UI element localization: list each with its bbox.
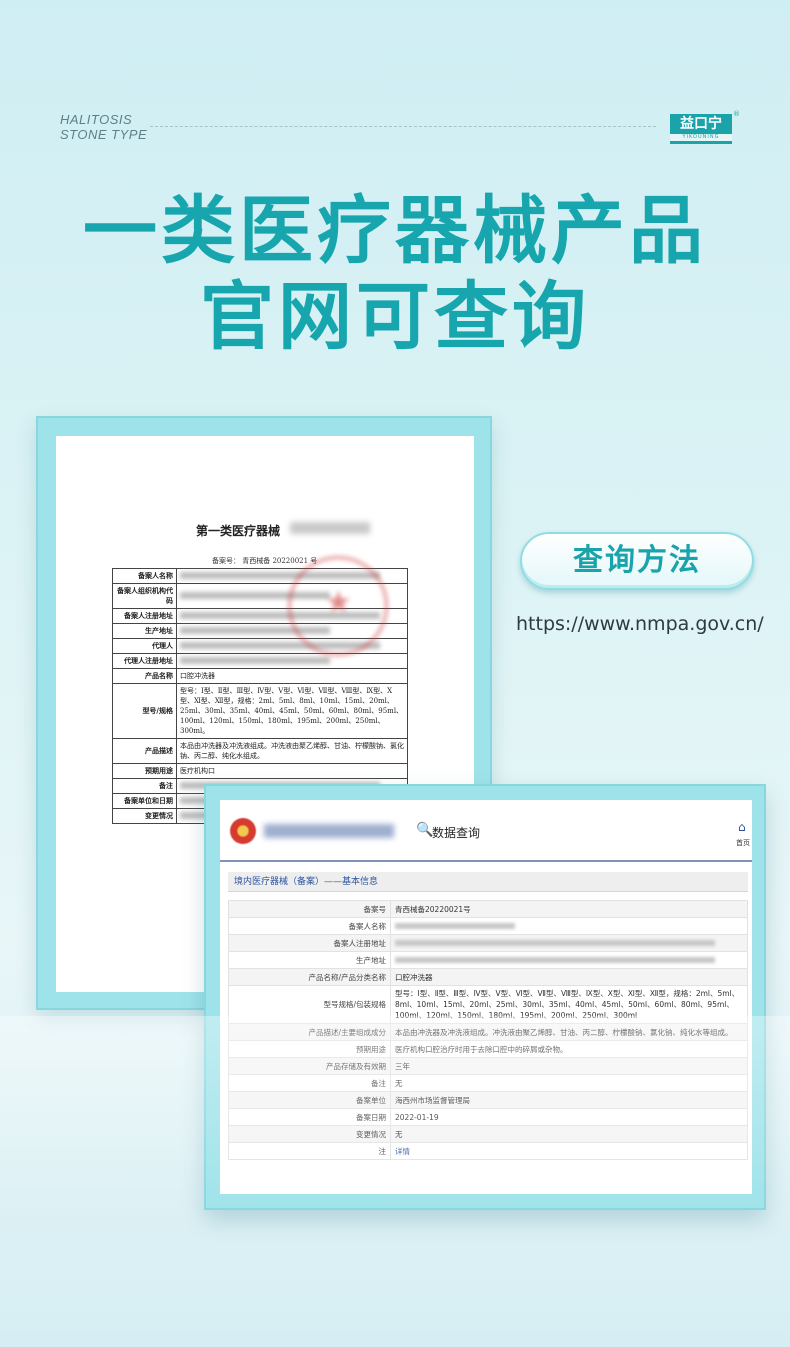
document-row-label: 代理人 xyxy=(112,638,177,654)
document-row-label: 产品名称 xyxy=(112,668,177,684)
brand-text: HALITOSIS STONE TYPE xyxy=(60,112,147,142)
breadcrumb: 境内医疗器械（备案）——基本信息 xyxy=(228,872,748,892)
seal-star-icon: ★ xyxy=(325,585,352,620)
document-row-label: 备案单位和日期 xyxy=(112,793,177,809)
record-row: 备案人名称 xyxy=(228,917,748,935)
record-row-label: 生产地址 xyxy=(228,951,391,969)
document-row-value: 型号：Ⅰ型、Ⅱ型、Ⅲ型、Ⅳ型、Ⅴ型、Ⅵ型、Ⅶ型、Ⅷ型、Ⅸ型、Ⅹ型、Ⅺ型、Ⅻ型，规… xyxy=(176,683,408,739)
record-row-value: 口腔冲洗器 xyxy=(390,968,748,986)
data-search-title[interactable]: 数据查询 xyxy=(432,824,480,841)
home-icon[interactable]: ⌂ xyxy=(738,820,746,834)
site-header: 🔍 数据查询 ⌂ 首页 xyxy=(220,800,752,862)
record-row-label: 备案人名称 xyxy=(228,917,391,935)
home-label[interactable]: 首页 xyxy=(736,838,750,848)
document-title-redacted xyxy=(290,522,370,534)
data-search-icon: 🔍 xyxy=(416,822,434,838)
document-row-value: 口腔冲洗器 xyxy=(176,668,408,684)
registered-mark: ® xyxy=(733,110,740,118)
redacted-text xyxy=(180,656,330,664)
brand-logo: 益口宁 YIKOUNING xyxy=(670,114,732,144)
document-row-label: 备案人组织机构代码 xyxy=(112,583,177,609)
redacted-text xyxy=(395,956,715,963)
site-name-redacted xyxy=(264,824,394,838)
record-row-value xyxy=(390,951,748,969)
logo-english: YIKOUNING xyxy=(670,134,732,141)
record-row: 备案人注册地址 xyxy=(228,934,748,952)
document-row-value: 本品由冲洗器及冲洗液组成。冲洗液由聚乙烯醇、甘油、柠檬酸钠、氯化钠、丙二醇、纯化… xyxy=(176,738,408,764)
record-row-label: 备案号 xyxy=(228,900,391,918)
document-row-value xyxy=(176,653,408,669)
document-row-label: 备案人注册地址 xyxy=(112,608,177,624)
record-row-value xyxy=(390,934,748,952)
redacted-text xyxy=(395,922,515,929)
headline-line-1: 一类医疗器械产品 xyxy=(83,188,707,274)
national-emblem-icon xyxy=(230,818,256,844)
headline-line-2: 官网可查询 xyxy=(200,274,590,360)
document-row-label: 代理人注册地址 xyxy=(112,653,177,669)
document-row-value: 医疗机构口 xyxy=(176,763,408,779)
record-row: 产品名称/产品分类名称 口腔冲洗器 xyxy=(228,968,748,986)
brand-line-2: STONE TYPE xyxy=(60,127,148,142)
document-row: 产品描述 本品由冲洗器及冲洗液组成。冲洗液由聚乙烯醇、甘油、柠檬酸钠、氯化钠、丙二… xyxy=(112,738,408,764)
document-row-label: 预期用途 xyxy=(112,763,177,779)
query-url[interactable]: https://www.nmpa.gov.cn/ xyxy=(516,613,764,635)
record-row-label: 备案人注册地址 xyxy=(228,934,391,952)
record-row: 生产地址 xyxy=(228,951,748,969)
document-row-label: 备注 xyxy=(112,778,177,794)
brand-line-1: HALITOSIS xyxy=(60,112,133,127)
record-row: 备案号 青西械备20220021号 xyxy=(228,900,748,918)
logo-chinese: 益口宁 xyxy=(680,116,722,132)
record-row-label: 产品名称/产品分类名称 xyxy=(228,968,391,986)
redacted-text xyxy=(395,939,715,946)
document-row-label: 变更情况 xyxy=(112,808,177,824)
document-record-number: 备案号： 青西械备 20220021 号 xyxy=(212,557,318,565)
document-row-label: 备案人名称 xyxy=(112,568,177,584)
display-shelf xyxy=(0,1016,790,1216)
document-row: 型号/规格 型号：Ⅰ型、Ⅱ型、Ⅲ型、Ⅳ型、Ⅴ型、Ⅵ型、Ⅶ型、Ⅷ型、Ⅸ型、Ⅹ型、Ⅺ型… xyxy=(112,683,408,739)
document-row: 预期用途 医疗机构口 xyxy=(112,763,408,779)
official-seal: ★ xyxy=(288,556,388,656)
document-row: 代理人注册地址 xyxy=(112,653,408,669)
document-row-label: 产品描述 xyxy=(112,738,177,764)
document-row-label: 生产地址 xyxy=(112,623,177,639)
document-row: 产品名称 口腔冲洗器 xyxy=(112,668,408,684)
document-row-label: 型号/规格 xyxy=(112,683,177,739)
record-row-value xyxy=(390,917,748,935)
record-row-value: 青西械备20220021号 xyxy=(390,900,748,918)
query-method-badge: 查询方法 xyxy=(520,532,754,590)
document-title: 第一类医疗器械 xyxy=(196,524,281,538)
header-divider xyxy=(150,126,656,127)
